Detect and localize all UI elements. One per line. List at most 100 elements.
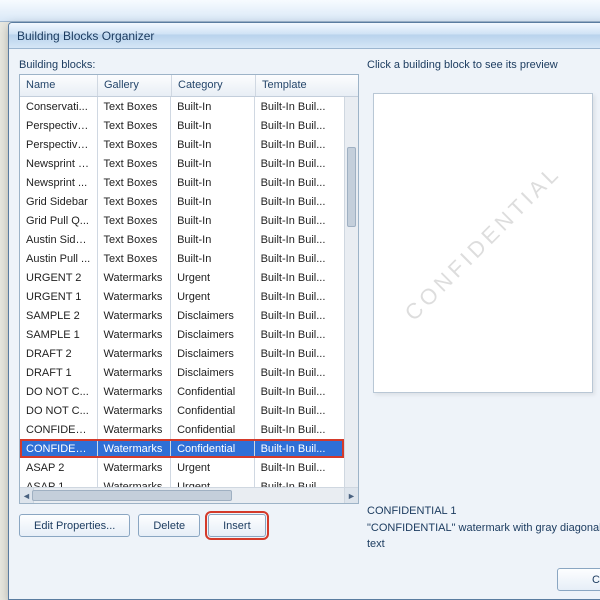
cell-category: Urgent bbox=[171, 458, 254, 477]
table-row[interactable]: Grid SidebarText BoxesBuilt-InBuilt-In B… bbox=[20, 192, 344, 211]
table-row[interactable]: CONFIDEN...WatermarksConfidentialBuilt-I… bbox=[20, 420, 344, 439]
col-header-template[interactable]: Template bbox=[256, 75, 346, 96]
cell-category: Built-In bbox=[171, 97, 254, 116]
cell-name: Grid Sidebar bbox=[20, 192, 98, 211]
cell-gallery: Watermarks bbox=[98, 344, 172, 363]
table-row[interactable]: DRAFT 2WatermarksDisclaimersBuilt-In Bui… bbox=[20, 344, 344, 363]
grid-header-row: Name Gallery Category Template bbox=[20, 75, 358, 97]
cell-template: Built-In Buil... bbox=[255, 382, 344, 401]
cell-gallery: Watermarks bbox=[98, 325, 172, 344]
watermark-preview-text: CONFIDENTIAL bbox=[400, 160, 566, 326]
cell-category: Disclaimers bbox=[171, 344, 254, 363]
table-row[interactable]: URGENT 1WatermarksUrgentBuilt-In Buil... bbox=[20, 287, 344, 306]
cell-name: Austin Side... bbox=[20, 230, 98, 249]
cell-name: DO NOT C... bbox=[20, 401, 98, 420]
cell-template: Built-In Buil... bbox=[255, 97, 344, 116]
table-row[interactable]: ASAP 1WatermarksUrgentBuilt-In Buil... bbox=[20, 477, 344, 487]
cell-name: ASAP 2 bbox=[20, 458, 98, 477]
cell-gallery: Text Boxes bbox=[98, 192, 172, 211]
cell-name: Perspective ... bbox=[20, 116, 98, 135]
preview-hint: Click a building block to see its previe… bbox=[367, 59, 600, 71]
cell-template: Built-In Buil... bbox=[255, 458, 344, 477]
cell-template: Built-In Buil... bbox=[255, 173, 344, 192]
cell-name: Austin Pull ... bbox=[20, 249, 98, 268]
col-header-category[interactable]: Category bbox=[172, 75, 256, 96]
cell-template: Built-In Buil... bbox=[255, 249, 344, 268]
cell-gallery: Text Boxes bbox=[98, 116, 172, 135]
cell-category: Confidential bbox=[171, 382, 254, 401]
table-row[interactable]: URGENT 2WatermarksUrgentBuilt-In Buil... bbox=[20, 268, 344, 287]
edit-properties-button[interactable]: Edit Properties... bbox=[19, 514, 130, 537]
cell-name: CONFIDEN... bbox=[20, 439, 98, 458]
cell-gallery: Text Boxes bbox=[98, 135, 172, 154]
col-header-name[interactable]: Name bbox=[20, 75, 98, 96]
vertical-scrollbar[interactable] bbox=[344, 97, 358, 487]
table-row[interactable]: ASAP 2WatermarksUrgentBuilt-In Buil... bbox=[20, 458, 344, 477]
cell-gallery: Watermarks bbox=[98, 458, 172, 477]
vertical-scroll-thumb[interactable] bbox=[347, 147, 356, 227]
cell-name: URGENT 1 bbox=[20, 287, 98, 306]
cell-gallery: Text Boxes bbox=[98, 173, 172, 192]
cell-template: Built-In Buil... bbox=[255, 135, 344, 154]
cell-gallery: Watermarks bbox=[98, 268, 172, 287]
cell-name: Conservati... bbox=[20, 97, 98, 116]
cell-template: Built-In Buil... bbox=[255, 116, 344, 135]
preview-page: CONFIDENTIAL bbox=[373, 93, 593, 393]
table-row[interactable]: Conservati...Text BoxesBuilt-InBuilt-In … bbox=[20, 97, 344, 116]
cell-template: Built-In Buil... bbox=[255, 154, 344, 173]
cell-category: Urgent bbox=[171, 287, 254, 306]
cell-template: Built-In Buil... bbox=[255, 268, 344, 287]
cell-gallery: Watermarks bbox=[98, 363, 172, 382]
delete-button[interactable]: Delete bbox=[138, 514, 200, 537]
table-row[interactable]: CONFIDEN...WatermarksConfidentialBuilt-I… bbox=[20, 439, 344, 458]
dialog-title: Building Blocks Organizer bbox=[17, 29, 154, 43]
cell-category: Built-In bbox=[171, 192, 254, 211]
table-row[interactable]: Newsprint ...Text BoxesBuilt-InBuilt-In … bbox=[20, 173, 344, 192]
cell-name: Grid Pull Q... bbox=[20, 211, 98, 230]
cell-template: Built-In Buil... bbox=[255, 325, 344, 344]
table-row[interactable]: Grid Pull Q...Text BoxesBuilt-InBuilt-In… bbox=[20, 211, 344, 230]
cell-gallery: Text Boxes bbox=[98, 154, 172, 173]
cell-template: Built-In Buil... bbox=[255, 439, 344, 458]
dialog-titlebar[interactable]: Building Blocks Organizer bbox=[9, 23, 600, 49]
cell-name: Newsprint S... bbox=[20, 154, 98, 173]
cell-category: Built-In bbox=[171, 249, 254, 268]
cell-category: Built-In bbox=[171, 230, 254, 249]
table-row[interactable]: Newsprint S...Text BoxesBuilt-InBuilt-In… bbox=[20, 154, 344, 173]
cell-name: Newsprint ... bbox=[20, 173, 98, 192]
cell-gallery: Text Boxes bbox=[98, 97, 172, 116]
cell-category: Built-In bbox=[171, 211, 254, 230]
cell-name: SAMPLE 2 bbox=[20, 306, 98, 325]
cell-category: Urgent bbox=[171, 268, 254, 287]
cell-category: Confidential bbox=[171, 401, 254, 420]
cell-name: URGENT 2 bbox=[20, 268, 98, 287]
table-row[interactable]: Austin Side...Text BoxesBuilt-InBuilt-In… bbox=[20, 230, 344, 249]
cell-template: Built-In Buil... bbox=[255, 211, 344, 230]
table-row[interactable]: DO NOT C...WatermarksConfidentialBuilt-I… bbox=[20, 382, 344, 401]
cell-category: Confidential bbox=[171, 420, 254, 439]
col-header-gallery[interactable]: Gallery bbox=[98, 75, 172, 96]
cell-gallery: Watermarks bbox=[98, 382, 172, 401]
horizontal-scrollbar[interactable]: ◄ ► bbox=[20, 487, 358, 503]
building-blocks-grid: Name Gallery Category Template Conservat… bbox=[19, 74, 359, 504]
table-row[interactable]: DRAFT 1WatermarksDisclaimersBuilt-In Bui… bbox=[20, 363, 344, 382]
table-row[interactable]: Perspective ...Text BoxesBuilt-InBuilt-I… bbox=[20, 135, 344, 154]
horizontal-scroll-thumb[interactable] bbox=[32, 490, 232, 501]
close-button-partial[interactable]: C bbox=[557, 568, 600, 591]
table-row[interactable]: SAMPLE 2WatermarksDisclaimersBuilt-In Bu… bbox=[20, 306, 344, 325]
table-row[interactable]: DO NOT C...WatermarksConfidentialBuilt-I… bbox=[20, 401, 344, 420]
table-row[interactable]: Perspective ...Text BoxesBuilt-InBuilt-I… bbox=[20, 116, 344, 135]
scroll-right-arrow-icon[interactable]: ► bbox=[344, 488, 358, 503]
table-row[interactable]: SAMPLE 1WatermarksDisclaimersBuilt-In Bu… bbox=[20, 325, 344, 344]
cell-gallery: Watermarks bbox=[98, 306, 172, 325]
building-blocks-dialog: Building Blocks Organizer Building block… bbox=[8, 22, 600, 600]
cell-template: Built-In Buil... bbox=[255, 420, 344, 439]
insert-button[interactable]: Insert bbox=[208, 514, 266, 537]
cell-template: Built-In Buil... bbox=[255, 287, 344, 306]
background-ribbon bbox=[0, 0, 600, 22]
cell-category: Built-In bbox=[171, 116, 254, 135]
cell-name: CONFIDEN... bbox=[20, 420, 98, 439]
cell-template: Built-In Buil... bbox=[255, 192, 344, 211]
cell-gallery: Watermarks bbox=[98, 477, 172, 487]
table-row[interactable]: Austin Pull ...Text BoxesBuilt-InBuilt-I… bbox=[20, 249, 344, 268]
